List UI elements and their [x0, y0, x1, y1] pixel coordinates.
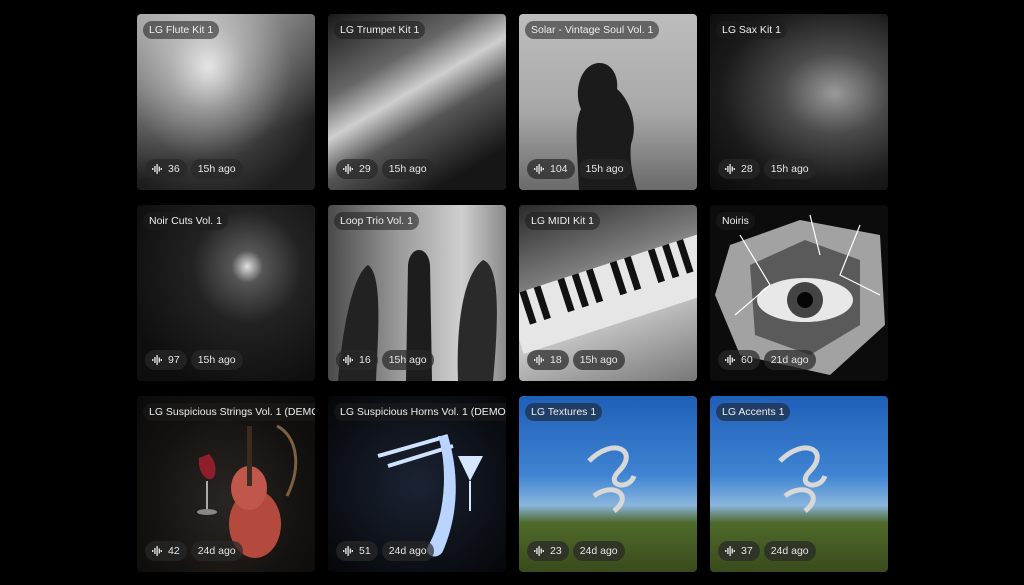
age-badge: 15h ago [578, 159, 631, 179]
kit-card-trumpet[interactable]: LG Trumpet Kit 1 29 15h ago [328, 14, 506, 190]
kit-title: LG Textures 1 [525, 403, 603, 421]
play-count: 60 [741, 354, 753, 366]
play-count-badge: 28 [718, 159, 760, 179]
age-badge: 15h ago [190, 159, 243, 179]
play-count: 51 [359, 545, 371, 557]
play-count-badge: 36 [145, 159, 187, 179]
kit-card-textures[interactable]: LG Textures 1 23 24d ago [519, 396, 697, 572]
kit-title: Solar - Vintage Soul Vol. 1 [525, 21, 660, 39]
waveform-icon [725, 546, 735, 556]
waveform-icon [152, 546, 162, 556]
kit-title: LG Sax Kit 1 [716, 21, 787, 39]
play-count: 18 [550, 354, 562, 366]
waveform-icon [152, 164, 162, 174]
kit-title: Noir Cuts Vol. 1 [143, 212, 228, 230]
play-count-badge: 51 [336, 541, 378, 561]
kit-card-suspicious-horns[interactable]: LG Suspicious Horns Vol. 1 (DEMO) 51 24d… [328, 396, 506, 572]
age-badge: 15h ago [190, 350, 243, 370]
age-badge: 15h ago [763, 159, 816, 179]
play-count: 104 [550, 163, 568, 175]
waveform-icon [534, 546, 544, 556]
waveform-icon [343, 164, 353, 174]
kit-grid: LG Flute Kit 1 36 15h ago LG Trumpet Kit… [0, 0, 1024, 585]
play-count: 29 [359, 163, 371, 175]
waveform-icon [343, 546, 353, 556]
play-count-badge: 104 [527, 159, 575, 179]
play-count: 36 [168, 163, 180, 175]
play-count-badge: 37 [718, 541, 760, 561]
kit-title: LG Suspicious Strings Vol. 1 (DEMO) [143, 403, 315, 421]
kit-title: LG Flute Kit 1 [143, 21, 220, 39]
waveform-icon [725, 355, 735, 365]
kit-card-loop-trio[interactable]: Loop Trio Vol. 1 16 15h ago [328, 205, 506, 381]
play-count-badge: 16 [336, 350, 378, 370]
play-count: 16 [359, 354, 371, 366]
play-count-badge: 18 [527, 350, 569, 370]
age-badge: 21d ago [763, 350, 816, 370]
play-count: 42 [168, 545, 180, 557]
waveform-icon [725, 164, 735, 174]
waveform-icon [534, 355, 544, 365]
waveform-icon [343, 355, 353, 365]
kit-card-accents[interactable]: LG Accents 1 37 24d ago [710, 396, 888, 572]
play-count: 97 [168, 354, 180, 366]
age-badge: 24d ago [381, 541, 434, 561]
play-count-badge: 29 [336, 159, 378, 179]
kit-title: LG Trumpet Kit 1 [334, 21, 426, 39]
kit-title: LG Suspicious Horns Vol. 1 (DEMO) [334, 403, 506, 421]
play-count: 37 [741, 545, 753, 557]
kit-card-suspicious-strings[interactable]: LG Suspicious Strings Vol. 1 (DEMO) 42 2… [137, 396, 315, 572]
kit-card-sax[interactable]: LG Sax Kit 1 28 15h ago [710, 14, 888, 190]
play-count-badge: 23 [527, 541, 569, 561]
play-count-badge: 97 [145, 350, 187, 370]
kit-card-midi[interactable]: LG MIDI Kit 1 18 15h ago [519, 205, 697, 381]
age-badge: 24d ago [190, 541, 243, 561]
kit-title: LG Accents 1 [716, 403, 791, 421]
kit-title: Loop Trio Vol. 1 [334, 212, 419, 230]
age-badge: 15h ago [381, 350, 434, 370]
age-badge: 24d ago [572, 541, 625, 561]
kit-card-noir-cuts[interactable]: Noir Cuts Vol. 1 97 15h ago [137, 205, 315, 381]
kit-title: LG MIDI Kit 1 [525, 212, 601, 230]
kit-card-noiris[interactable]: Noiris 60 21d ago [710, 205, 888, 381]
waveform-icon [152, 355, 162, 365]
play-count: 28 [741, 163, 753, 175]
waveform-icon [534, 164, 544, 174]
play-count-badge: 60 [718, 350, 760, 370]
age-badge: 15h ago [381, 159, 434, 179]
kit-title: Noiris [716, 212, 755, 230]
kit-card-solar[interactable]: Solar - Vintage Soul Vol. 1 104 15h ago [519, 14, 697, 190]
age-badge: 15h ago [572, 350, 625, 370]
play-count-badge: 42 [145, 541, 187, 561]
kit-card-flute[interactable]: LG Flute Kit 1 36 15h ago [137, 14, 315, 190]
age-badge: 24d ago [763, 541, 816, 561]
play-count: 23 [550, 545, 562, 557]
